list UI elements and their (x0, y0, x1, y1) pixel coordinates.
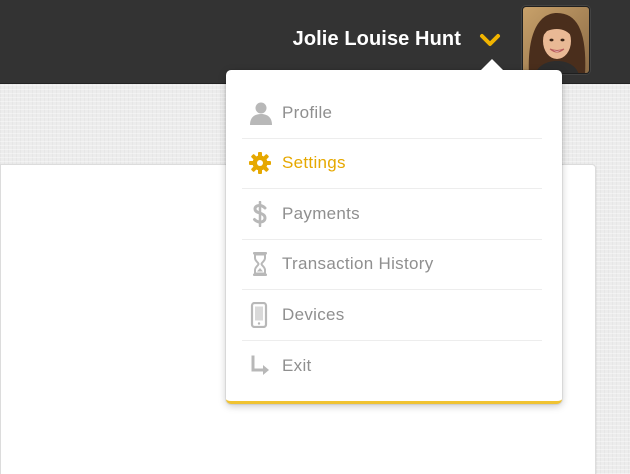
gear-icon (242, 148, 282, 178)
menu-item-transaction-history[interactable]: Transaction History (242, 240, 542, 290)
avatar-image (523, 7, 589, 73)
chevron-down-icon[interactable] (478, 30, 502, 50)
menu-item-profile[interactable]: Profile (242, 88, 542, 139)
menu-item-settings[interactable]: Settings (242, 139, 542, 189)
exit-arrow-icon (242, 351, 282, 381)
hourglass-icon (242, 249, 282, 279)
menu-item-label: Profile (282, 102, 333, 122)
menu-item-label: Exit (282, 355, 312, 375)
user-avatar[interactable] (522, 6, 590, 74)
menu-item-label: Payments (282, 203, 360, 223)
user-dropdown-menu: Profile Settings Payments Transaction Hi… (226, 59, 562, 404)
menu-item-exit[interactable]: Exit (242, 341, 542, 392)
user-name[interactable]: Jolie Louise Hunt (293, 28, 461, 51)
menu-item-label: Transaction History (282, 254, 434, 274)
menu-item-devices[interactable]: Devices (242, 290, 542, 341)
menu-item-label: Settings (282, 153, 346, 173)
dropdown-caret (480, 59, 504, 71)
phone-icon (242, 300, 282, 330)
menu-item-payments[interactable]: Payments (242, 189, 542, 240)
menu-item-label: Devices (282, 304, 345, 324)
person-icon (242, 98, 282, 128)
dollar-icon (242, 199, 282, 229)
